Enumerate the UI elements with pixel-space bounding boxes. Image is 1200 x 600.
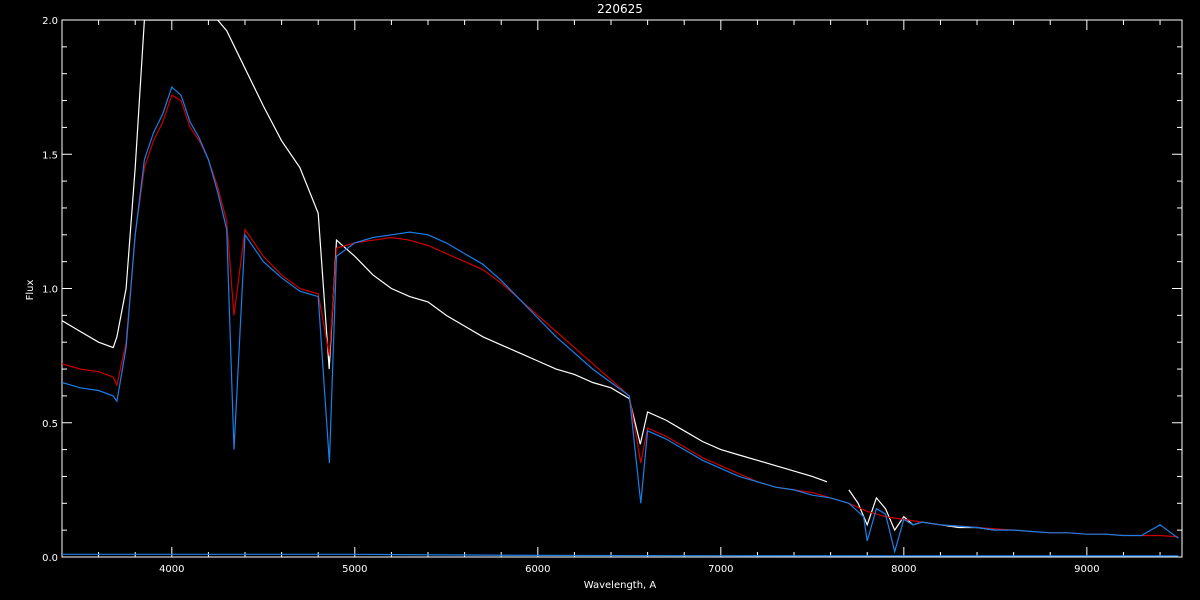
chart-title: 220625 — [597, 2, 643, 16]
y-axis-label: Flux — [25, 280, 36, 301]
y-tick-label: 0.5 — [42, 419, 58, 430]
plot-background — [0, 0, 1200, 600]
x-axis-label: Wavelength, A — [584, 580, 657, 591]
y-tick-label: 1.5 — [42, 150, 58, 161]
x-tick-label: 5000 — [342, 564, 367, 575]
y-tick-label: 2.0 — [42, 16, 58, 27]
x-tick-label: 9000 — [1074, 564, 1099, 575]
x-tick-label: 7000 — [708, 564, 733, 575]
y-tick-label: 1.0 — [42, 285, 58, 296]
spectrum-plot: 220625 Wavelength, A Flux 4000 5000 6000 70… — [0, 0, 1200, 600]
y-tick-label: 0.0 — [42, 553, 58, 564]
x-tick-label: 6000 — [525, 564, 550, 575]
x-tick-label: 4000 — [159, 564, 184, 575]
x-tick-label: 8000 — [891, 564, 916, 575]
